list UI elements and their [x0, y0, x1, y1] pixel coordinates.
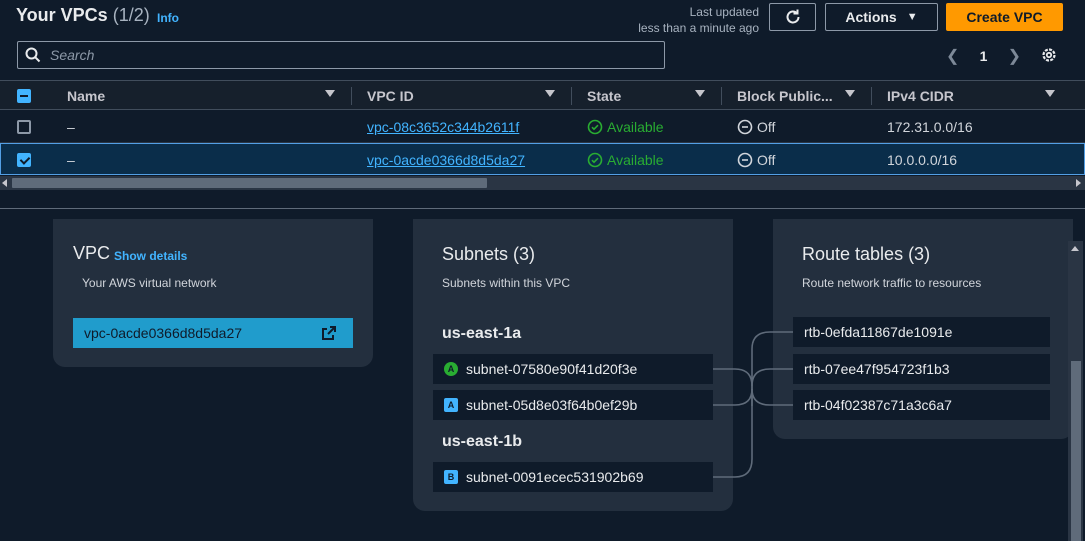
scroll-up-icon[interactable] — [1071, 246, 1079, 251]
scrollbar-thumb[interactable] — [1071, 361, 1081, 541]
actions-dropdown-button[interactable]: Actions ▼ — [825, 3, 938, 31]
vpc-id-link[interactable]: vpc-08c3652c344b2611f — [367, 119, 519, 135]
info-link[interactable]: Info — [157, 11, 179, 25]
search-icon — [25, 47, 41, 63]
status-badge: Available — [587, 119, 664, 135]
cell-ipv4-cidr: 10.0.0.0/16 — [887, 151, 958, 168]
row-select-cell[interactable] — [17, 144, 31, 175]
row-checkbox[interactable] — [17, 119, 31, 134]
column-header-label: State — [587, 87, 622, 104]
vertical-scrollbar[interactable] — [1068, 241, 1083, 541]
column-header-state[interactable]: State — [587, 81, 713, 110]
column-divider[interactable] — [871, 87, 872, 105]
column-header-label: Name — [67, 87, 106, 104]
scroll-right-icon[interactable] — [1076, 179, 1081, 187]
off-badge: Off — [737, 152, 775, 168]
sort-caret-icon[interactable] — [695, 90, 705, 97]
column-divider[interactable] — [571, 87, 572, 105]
sort-caret-icon[interactable] — [545, 90, 555, 97]
last-updated: Last updated less than a minute ago — [638, 4, 759, 36]
refresh-icon — [786, 9, 799, 24]
select-all-checkbox[interactable] — [17, 88, 31, 103]
status-badge: Available — [587, 152, 664, 168]
column-header-ipv4-cidr[interactable]: IPv4 CIDR — [887, 81, 1063, 110]
off-label: Off — [757, 151, 776, 168]
scroll-left-icon[interactable] — [2, 179, 7, 187]
minus-circle-icon — [737, 119, 753, 134]
table-header: Name VPC ID State Block Public... IPv4 C… — [0, 80, 1085, 110]
sort-caret-icon[interactable] — [325, 90, 335, 97]
page-title-text: Your VPCs — [16, 5, 108, 25]
state-label: Available — [607, 118, 664, 135]
search-bar — [17, 41, 665, 69]
off-badge: Off — [737, 119, 775, 135]
subnet-route-connectors — [713, 331, 793, 478]
caret-down-icon: ▼ — [906, 11, 918, 23]
off-label: Off — [757, 118, 776, 135]
column-divider[interactable] — [351, 87, 352, 105]
row-checkbox[interactable] — [17, 152, 31, 167]
column-header-vpc-id[interactable]: VPC ID — [367, 81, 563, 110]
column-divider[interactable] — [721, 87, 722, 105]
cell-vpc-id: vpc-0acde0366d8d5da27 — [367, 144, 525, 175]
cell-block-public: Off — [737, 144, 775, 175]
cell-name: – — [67, 118, 75, 135]
next-page-icon[interactable]: ❯ — [1008, 46, 1021, 66]
page-title: Your VPCs (1/2) — [16, 5, 150, 26]
gear-icon[interactable] — [1040, 46, 1058, 64]
column-header-block-public[interactable]: Block Public... — [737, 81, 863, 110]
row-select-cell[interactable] — [17, 111, 31, 142]
cell-block-public: Off — [737, 111, 775, 142]
cell-vpc-id: vpc-08c3652c344b2611f — [367, 111, 519, 142]
vpc-id-link[interactable]: vpc-0acde0366d8d5da27 — [367, 152, 525, 168]
scrollbar-thumb[interactable] — [12, 178, 487, 188]
last-updated-time: less than a minute ago — [638, 21, 759, 35]
create-vpc-button[interactable]: Create VPC — [946, 3, 1063, 31]
cell-state: Available — [587, 144, 664, 175]
refresh-button[interactable] — [769, 3, 816, 31]
pagination: ❮ 1 ❯ — [946, 45, 1021, 67]
actions-label: Actions — [845, 9, 897, 25]
current-page-number[interactable]: 1 — [980, 48, 988, 64]
column-header-label: IPv4 CIDR — [887, 87, 954, 104]
cell-name: – — [67, 151, 75, 168]
sort-caret-icon[interactable] — [1045, 90, 1055, 97]
minus-circle-icon — [737, 152, 753, 167]
state-label: Available — [607, 151, 664, 168]
selection-count: (1/2) — [112, 5, 150, 25]
sort-caret-icon[interactable] — [845, 90, 855, 97]
last-updated-label: Last updated — [689, 5, 759, 19]
cell-ipv4-cidr: 172.31.0.0/16 — [887, 118, 973, 135]
cell-state: Available — [587, 111, 664, 142]
column-header-name[interactable]: Name — [67, 81, 343, 110]
column-header-label: VPC ID — [367, 87, 414, 104]
resource-map-panel: VPC Show details Your AWS virtual networ… — [0, 208, 1085, 541]
vpc-list-panel: Your VPCs (1/2) Info Last updated less t… — [0, 0, 1085, 192]
column-header-label: Block Public... — [737, 87, 833, 104]
check-circle-icon — [587, 119, 603, 134]
search-input[interactable] — [50, 46, 650, 64]
check-circle-icon — [587, 152, 603, 167]
horizontal-scrollbar[interactable] — [0, 176, 1085, 190]
previous-page-icon[interactable]: ❮ — [946, 46, 959, 66]
select-all-cell[interactable] — [17, 81, 31, 110]
table-row[interactable]: – vpc-08c3652c344b2611f Available Off 17… — [0, 111, 1085, 143]
table-row-selected[interactable]: – vpc-0acde0366d8d5da27 Available Off 10… — [0, 143, 1085, 175]
